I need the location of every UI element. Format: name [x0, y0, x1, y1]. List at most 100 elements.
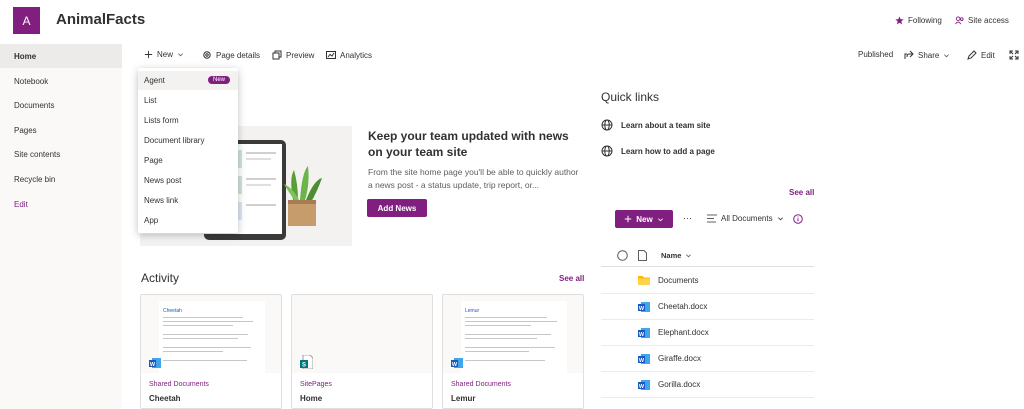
- menu-item-document-library[interactable]: Document library: [138, 131, 238, 150]
- word-icon: W: [638, 353, 650, 365]
- new-document-label: New: [636, 214, 653, 224]
- svg-text:W: W: [452, 362, 458, 368]
- chevron-down-icon: [943, 52, 950, 59]
- preview-button[interactable]: Preview: [272, 50, 314, 60]
- share-icon: [904, 50, 914, 60]
- page-details-label: Page details: [216, 50, 261, 60]
- file-name[interactable]: Cheetah.docx: [658, 302, 707, 311]
- star-icon: [895, 16, 904, 25]
- word-icon: W: [638, 327, 650, 339]
- site-access-label: Site access: [968, 16, 1009, 25]
- document-preview: Lemur W: [443, 295, 583, 373]
- select-all-checkbox[interactable]: [617, 249, 628, 261]
- documents-see-all-link[interactable]: See all: [789, 188, 814, 197]
- file-row[interactable]: W Cheetah.docx: [601, 294, 814, 320]
- activity-card[interactable]: Cheetah W Shared Documents Cheetah: [140, 294, 282, 409]
- edit-button[interactable]: Edit: [967, 50, 995, 60]
- menu-item-list[interactable]: List: [138, 91, 238, 110]
- view-selector-label: All Documents: [721, 214, 773, 223]
- word-icon: W: [451, 357, 463, 369]
- new-dropdown-menu: Agent New List Lists form Document libra…: [138, 68, 238, 233]
- preview-heading: Lemur: [465, 308, 480, 314]
- gear-icon: [202, 50, 212, 60]
- info-icon[interactable]: [793, 214, 803, 224]
- svg-text:W: W: [639, 305, 645, 311]
- quick-link-label: Learn how to add a page: [621, 146, 715, 156]
- activity-card[interactable]: S SitePages Home: [291, 294, 433, 409]
- word-icon: W: [638, 301, 650, 313]
- pencil-icon: [967, 50, 977, 60]
- quick-link-item[interactable]: Learn about a team site: [601, 119, 710, 131]
- nav-item-pages[interactable]: Pages: [0, 118, 122, 142]
- page-preview: S: [292, 295, 432, 373]
- activity-card[interactable]: Lemur W Shared Documents Lemur: [442, 294, 584, 409]
- site-access-button[interactable]: Site access: [955, 16, 1009, 25]
- file-row[interactable]: W Giraffe.docx: [601, 346, 814, 372]
- card-title: Home: [300, 394, 323, 403]
- share-button[interactable]: Share: [904, 50, 950, 60]
- preview-label: Preview: [286, 50, 315, 60]
- menu-item-news-link[interactable]: News link: [138, 191, 238, 210]
- name-column-header[interactable]: Name: [661, 251, 681, 260]
- activity-title: Activity: [141, 271, 180, 285]
- more-options-button[interactable]: ···: [683, 213, 692, 223]
- nav-item-recycle-bin[interactable]: Recycle bin: [0, 167, 122, 191]
- preview-heading: Cheetah: [163, 308, 182, 314]
- quick-link-label: Learn about a team site: [621, 120, 711, 130]
- site-logo[interactable]: A: [13, 7, 40, 34]
- view-selector[interactable]: All Documents: [707, 214, 784, 223]
- published-status: Published: [858, 50, 894, 59]
- site-initial: A: [22, 13, 31, 28]
- card-library: SitePages: [300, 381, 332, 388]
- svg-text:W: W: [639, 383, 645, 389]
- card-library: Shared Documents: [451, 381, 511, 388]
- chevron-down-icon: [777, 215, 784, 222]
- fullscreen-button[interactable]: [1009, 50, 1019, 60]
- svg-text:W: W: [639, 357, 645, 363]
- following-label: Following: [908, 16, 942, 25]
- news-title: Keep your team updated with news on your…: [368, 129, 569, 159]
- share-label: Share: [918, 50, 940, 60]
- menu-item-label: Agent: [144, 76, 165, 85]
- file-name[interactable]: Elephant.docx: [658, 328, 709, 337]
- activity-see-all-link[interactable]: See all: [559, 274, 584, 283]
- expand-icon: [1009, 50, 1019, 60]
- file-name[interactable]: Documents: [658, 276, 698, 285]
- add-news-button[interactable]: Add News: [367, 199, 427, 217]
- card-title: Cheetah: [149, 394, 181, 403]
- menu-item-page[interactable]: Page: [138, 151, 238, 170]
- menu-item-lists-form[interactable]: Lists form: [138, 111, 238, 130]
- news-description: From the site home page you'll be able t…: [368, 167, 579, 190]
- globe-icon: [601, 145, 613, 157]
- following-button[interactable]: Following: [895, 16, 942, 25]
- menu-item-news-post[interactable]: News post: [138, 171, 238, 190]
- file-type-icon: [638, 249, 647, 261]
- nav-edit-link[interactable]: Edit: [0, 192, 122, 216]
- file-name[interactable]: Giraffe.docx: [658, 354, 701, 363]
- list-header-row: Name: [601, 244, 814, 267]
- new-badge: New: [207, 76, 230, 84]
- analytics-button[interactable]: Analytics: [326, 50, 372, 60]
- file-row[interactable]: W Elephant.docx: [601, 320, 814, 346]
- nav-item-home[interactable]: Home: [0, 44, 122, 68]
- new-document-button[interactable]: New: [615, 210, 673, 228]
- chevron-down-icon[interactable]: [685, 252, 692, 259]
- page-details-button[interactable]: Page details: [202, 50, 260, 60]
- file-row[interactable]: W Gorilla.docx: [601, 372, 814, 398]
- quick-link-item[interactable]: Learn how to add a page: [601, 145, 715, 157]
- edit-label: Edit: [981, 50, 995, 60]
- word-icon: W: [149, 357, 161, 369]
- nav-item-site-contents[interactable]: Site contents: [0, 142, 122, 166]
- file-name[interactable]: Gorilla.docx: [658, 380, 700, 389]
- plus-icon: [624, 215, 632, 223]
- nav-item-documents[interactable]: Documents: [0, 93, 122, 117]
- new-command-button[interactable]: New: [144, 50, 184, 59]
- site-title[interactable]: AnimalFacts: [56, 11, 145, 28]
- globe-icon: [601, 119, 613, 131]
- menu-item-agent[interactable]: Agent New: [138, 71, 238, 90]
- file-row[interactable]: Documents: [601, 268, 814, 294]
- card-library: Shared Documents: [149, 381, 209, 388]
- nav-item-notebook[interactable]: Notebook: [0, 69, 122, 93]
- svg-text:S: S: [302, 362, 306, 368]
- menu-item-app[interactable]: App: [138, 211, 238, 230]
